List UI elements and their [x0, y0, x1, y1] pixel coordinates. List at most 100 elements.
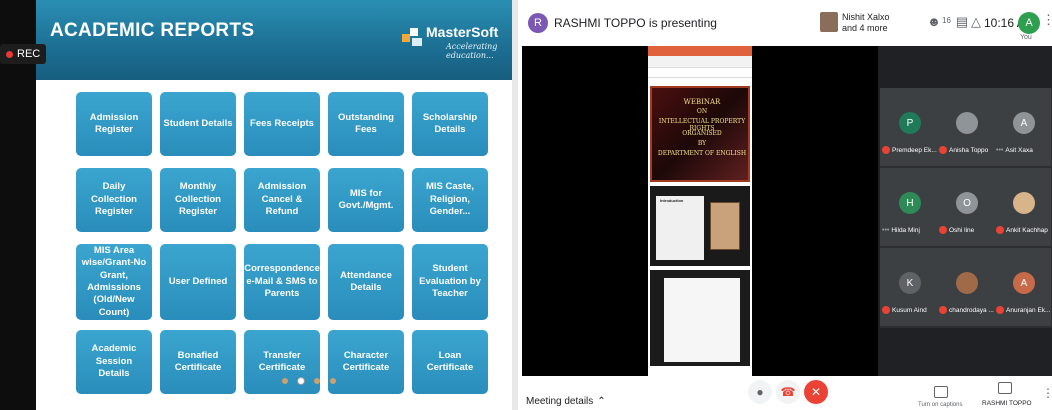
- participant-tile[interactable]: H ••• Hilda Minj: [880, 168, 937, 246]
- participant-avatar: K: [899, 272, 921, 294]
- more-actions-icon[interactable]: ⋮: [1042, 386, 1052, 400]
- report-tile[interactable]: Admission Cancel & Refund: [244, 168, 320, 232]
- pager-dot[interactable]: [314, 378, 320, 384]
- participant-name: Oshi line: [949, 226, 975, 234]
- participant-name: chandrodaya ...: [949, 306, 994, 314]
- record-dot-icon: [6, 50, 13, 58]
- participant-name: Asit Xaxa: [1005, 146, 1033, 154]
- book-image: [710, 202, 740, 250]
- speaker-thumbnail[interactable]: [820, 12, 838, 32]
- report-tile[interactable]: MIS Caste, Religion, Gender...: [412, 168, 488, 232]
- hangup-button[interactable]: ☎: [776, 380, 800, 404]
- participant-name-row: Anisha Toppo: [939, 144, 994, 156]
- activities-icon[interactable]: △: [968, 14, 984, 30]
- people-icon[interactable]: ☻: [926, 14, 942, 30]
- text-page: [650, 270, 750, 366]
- self-avatar: A: [1018, 12, 1040, 34]
- participant-tile[interactable]: Ankit Kachhap: [994, 168, 1051, 246]
- participant-avatar: A: [1013, 272, 1035, 294]
- meet-window: R RASHMI TOPPO is presenting Nishit Xalx…: [522, 0, 1052, 410]
- phone-tab-bar: [648, 56, 752, 68]
- report-tile[interactable]: Character Certificate: [328, 330, 404, 394]
- report-tile[interactable]: Bonafied Certificate: [160, 330, 236, 394]
- participant-tile[interactable]: K Kusum Aind: [880, 248, 937, 326]
- introduction-page: Introduction: [650, 186, 750, 266]
- participant-name: Anuranjan Ek...: [1006, 306, 1051, 314]
- meeting-details-button[interactable]: Meeting details ⌃: [526, 396, 606, 407]
- report-tile[interactable]: Attendance Details: [328, 244, 404, 320]
- mic-icon: ●: [756, 385, 764, 399]
- report-tile[interactable]: Student Details: [160, 92, 236, 156]
- report-tile[interactable]: Student Evaluation by Teacher: [412, 244, 488, 320]
- chevron-up-icon: ⌃: [597, 396, 606, 407]
- report-tile[interactable]: Admission Register: [76, 92, 152, 156]
- participant-avatar: [1013, 192, 1035, 214]
- mic-off-icon: [996, 306, 1004, 314]
- mic-off-icon: [996, 226, 1004, 234]
- mic-off-icon: [882, 146, 890, 154]
- report-tile[interactable]: MIS Area wise/Grant-No Grant, Admissions…: [76, 244, 152, 320]
- participant-name-row: Ankit Kachhap: [996, 224, 1051, 236]
- captions-label: Turn on captions: [918, 402, 963, 408]
- mic-button[interactable]: ●: [748, 380, 772, 404]
- report-tile[interactable]: Correspondence e-Mail & SMS to Parents: [244, 244, 320, 320]
- participant-gallery: P Premdeep Ek... Anisha Toppo A ••• Asit Xaxa…: [880, 88, 1052, 328]
- mastersoft-logo: MasterSoft Accelerating education...: [402, 22, 506, 60]
- participant-avatar: O: [956, 192, 978, 214]
- phone-address-bar: [648, 68, 752, 78]
- rec-label: REC: [17, 48, 41, 60]
- report-tile[interactable]: Scholarship Details: [412, 92, 488, 156]
- report-tile[interactable]: MIS for Govt./Mgmt.: [328, 168, 404, 232]
- report-tile[interactable]: Loan Certificate: [412, 330, 488, 394]
- phone-status-bar: [648, 46, 752, 56]
- report-tile[interactable]: Academic Session Details: [76, 330, 152, 394]
- logo-mark-icon: [402, 26, 424, 46]
- report-tile[interactable]: Outstanding Fees: [328, 92, 404, 156]
- shared-phone-screen: WEBINAR ON INTELLECTUAL PROPERTY RIGHTS …: [648, 46, 752, 376]
- slide-pager: [282, 378, 336, 384]
- participant-name-row: Kusum Aind: [882, 304, 937, 316]
- screen-share-area: WEBINAR ON INTELLECTUAL PROPERTY RIGHTS …: [522, 46, 878, 376]
- participant-tile[interactable]: Anisha Toppo: [937, 88, 994, 166]
- report-tile[interactable]: Daily Collection Register: [76, 168, 152, 232]
- pager-dot[interactable]: [298, 378, 304, 384]
- speaking-dots-icon: •••: [996, 146, 1004, 154]
- mic-off-icon: [939, 226, 947, 234]
- participant-avatar: P: [899, 112, 921, 134]
- self-label: You: [1020, 34, 1032, 41]
- participant-name: Hilda Minj: [891, 226, 920, 234]
- report-tile[interactable]: Monthly Collection Register: [160, 168, 236, 232]
- participant-tile[interactable]: chandrodaya ...: [937, 248, 994, 326]
- participant-name-row: ••• Hilda Minj: [882, 224, 937, 236]
- captions-icon[interactable]: [934, 386, 948, 398]
- participant-avatar: [956, 112, 978, 134]
- camera-off-button[interactable]: ✕: [804, 380, 828, 404]
- participant-name-row: Oshi line: [939, 224, 994, 236]
- presenter-avatar: R: [528, 13, 548, 33]
- slide: ACADEMIC REPORTS MasterSoft Accelerating…: [36, 0, 512, 410]
- participant-tile[interactable]: O Oshi line: [937, 168, 994, 246]
- poster-line: ORGANISED: [682, 130, 722, 137]
- more-people-line-2: and 4 more: [842, 22, 888, 33]
- report-tile[interactable]: Fees Receipts: [244, 92, 320, 156]
- participant-name-row: Premdeep Ek...: [882, 144, 937, 156]
- participant-tile[interactable]: P Premdeep Ek...: [880, 88, 937, 166]
- camera-off-icon: ✕: [810, 385, 822, 399]
- participant-tile[interactable]: A ••• Asit Xaxa: [994, 88, 1051, 166]
- mic-off-icon: [882, 306, 890, 314]
- poster-line: WEBINAR: [683, 98, 721, 106]
- mic-off-icon: [939, 306, 947, 314]
- slide-header: ACADEMIC REPORTS MasterSoft Accelerating…: [36, 0, 512, 80]
- report-tile[interactable]: Transfer Certificate: [244, 330, 320, 394]
- presenter-screen-icon[interactable]: [998, 382, 1012, 394]
- poster-line: ON: [696, 108, 708, 115]
- more-options-icon[interactable]: ⋮: [1042, 12, 1052, 28]
- more-people[interactable]: Nishit Xalxo and 4 more: [842, 12, 890, 34]
- meet-bottombar: Meeting details ⌃ ● ☎ ✕ Turn on captions…: [522, 376, 1052, 410]
- report-tile[interactable]: User Defined: [160, 244, 236, 320]
- more-people-line-1: Nishit Xalxo: [842, 12, 890, 22]
- pager-dot[interactable]: [282, 378, 288, 384]
- meet-topbar: R RASHMI TOPPO is presenting Nishit Xalx…: [522, 0, 1052, 46]
- participant-tile[interactable]: A Anuranjan Ek...: [994, 248, 1051, 326]
- pager-dot[interactable]: [330, 378, 336, 384]
